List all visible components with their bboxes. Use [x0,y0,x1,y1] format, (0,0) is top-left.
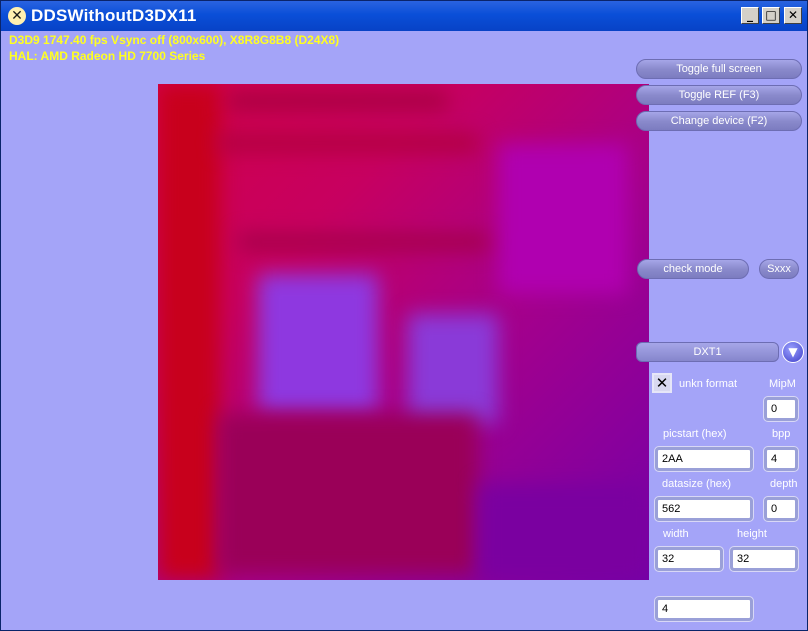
texture-detail [218,134,478,152]
chevron-down-icon[interactable]: ▼ [782,341,804,363]
height-label: height [737,528,767,540]
sxxx-button[interactable]: Sxxx [759,259,799,279]
stats-line-1: D3D9 1747.40 fps Vsync off (800x600), X8… [9,33,340,47]
texture-detail [478,484,648,580]
window-title: DDSWithoutD3DX11 [31,6,197,25]
datasize-field[interactable]: 562 [655,497,753,521]
width-field[interactable]: 32 [655,547,723,571]
width-label: width [663,528,689,540]
rendered-texture-quad [158,84,649,580]
picstart-label: picstart (hex) [663,428,727,440]
app-icon: ✕ [8,7,26,25]
app-window: ✕ DDSWithoutD3DX11 _ □ ✕ D3D9 1747.40 fp… [0,0,808,631]
title-bar[interactable]: ✕ DDSWithoutD3DX11 _ □ ✕ [1,1,807,31]
texture-detail [238,234,488,250]
format-combobox[interactable]: DXT1 [636,342,779,362]
unkn-format-checkbox[interactable]: ✕ [652,373,672,393]
toggle-fullscreen-button[interactable]: Toggle full screen [636,59,802,79]
minimize-button[interactable]: _ [741,7,759,24]
texture-detail [158,84,220,580]
depth-field[interactable]: 0 [764,497,798,521]
mipm-label: MipM [769,378,796,390]
render-area: D3D9 1747.40 fps Vsync off (800x600), X8… [1,31,807,630]
texture-detail [228,94,448,108]
mipm-field[interactable]: 0 [764,397,798,421]
picstart-field[interactable]: 2AA [655,447,753,471]
bpp-label: bpp [772,428,791,440]
texture-detail [408,314,498,424]
stats-line-2: HAL: AMD Radeon HD 7700 Series [9,49,206,63]
bpp-field[interactable]: 4 [764,447,798,471]
datasize-label: datasize (hex) [662,478,732,490]
extra-field[interactable]: 4 [655,597,753,621]
check-mode-button[interactable]: check mode [637,259,749,279]
texture-detail [258,274,378,414]
change-device-button[interactable]: Change device (F2) [636,111,802,131]
close-button[interactable]: ✕ [784,7,802,24]
texture-detail [218,414,478,574]
height-field[interactable]: 32 [730,547,798,571]
depth-label: depth [770,478,798,490]
unkn-format-label: unkn format [679,378,738,390]
toggle-ref-button[interactable]: Toggle REF (F3) [636,85,802,105]
texture-detail [498,144,628,294]
maximize-button[interactable]: □ [762,7,780,24]
